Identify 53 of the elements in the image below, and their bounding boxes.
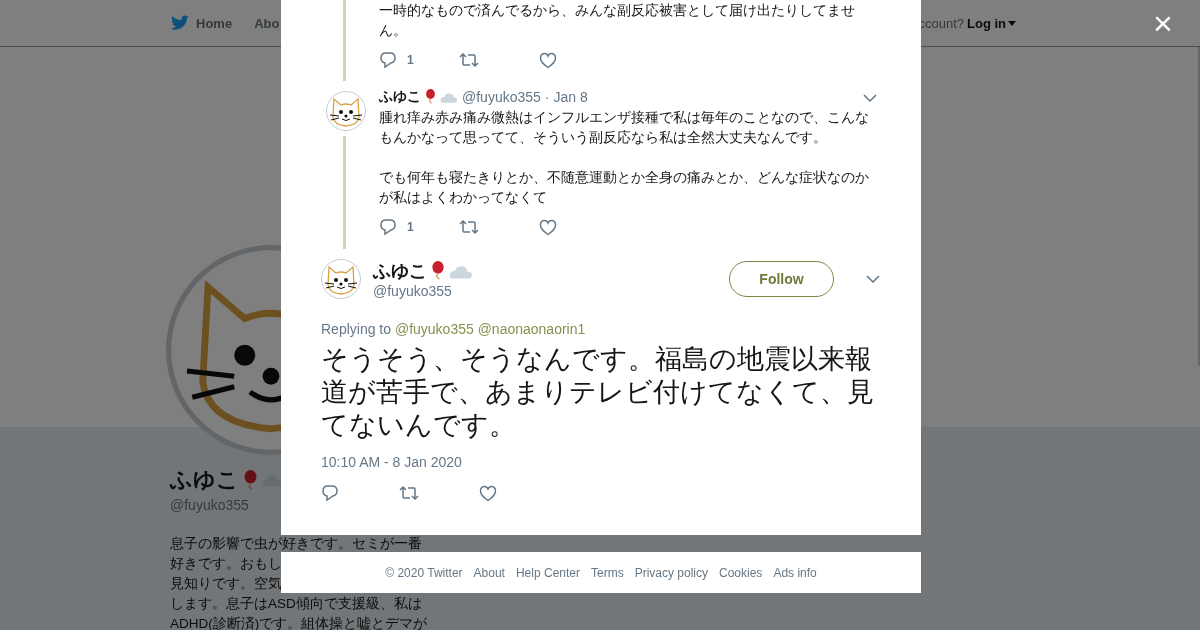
bio-text: 見知りです。空気 [170, 575, 282, 593]
footer-link[interactable]: Ads info [773, 565, 817, 580]
author-handle: @fuyuko355 [462, 89, 541, 105]
author-name: ふゆこ [379, 88, 421, 106]
footer-link[interactable]: Privacy policy [634, 565, 708, 580]
caret-icon [1008, 20, 1016, 26]
timestamp: 10:10 AM - 8 Jan 2020 [321, 454, 463, 470]
tweet-text: 腫れ痒み赤み痛み微熱はインフルエンザ接種で私は毎年のことなので、こんなもんかなって思ってて、そういう副反応なら私は全然大丈夫なんです。 [379, 108, 869, 147]
reply-count: 1 [407, 53, 414, 67]
bio-text: 好きです。おもし [170, 555, 282, 573]
separator-dot: · [544, 89, 550, 105]
chevron-icon[interactable] [866, 275, 880, 283]
tweet-text: そうそう、そうなんです。福島の地震以来報道が苦手で、あまりテレビ付けてなくて、見てないんです。 [321, 343, 875, 442]
heart-icon[interactable] [539, 218, 557, 236]
footer-link[interactable]: Help Center [515, 565, 580, 580]
heart-icon[interactable] [479, 484, 497, 502]
bio-text: ADHD(診断済)です。組体操と嘘とデマが [170, 615, 428, 630]
reply-icon[interactable] [379, 51, 397, 69]
tweet-date: Jan 8 [553, 89, 588, 105]
nav-link[interactable]: Home [196, 15, 233, 31]
bio-text: します。息子はASD傾向で支援級、私は [170, 595, 422, 613]
reply-icon[interactable] [321, 484, 339, 502]
bio-text: 息子の影響で虫が好きです。セミが一番 [170, 535, 422, 553]
follow-button[interactable]: Follow [729, 261, 834, 297]
reply-icon[interactable] [379, 218, 397, 236]
tweet-text: でも何年も寝たきりとか、不随意運動とか全身の痛みとか、どんな症状なのかが私はよくわかってなくて [379, 168, 869, 207]
footer-link[interactable]: Cookies [719, 565, 763, 580]
retweet-icon[interactable] [459, 219, 479, 235]
footer-link[interactable]: About [473, 565, 505, 580]
cloud-icon [262, 473, 282, 487]
mention-link[interactable]: @fuyuko355 [394, 321, 474, 337]
balloon-icon [431, 261, 445, 281]
copyright-text: © 2020 Twitter [385, 565, 463, 580]
profile-name: ふゆこ [170, 467, 239, 493]
replying-label: Replying to [321, 321, 392, 337]
footer-link[interactable]: Terms [591, 565, 624, 580]
tweet-text: 一時的なもので済んでるから、みんな副反応被害として届け出たりしてません。 [379, 1, 856, 40]
balloon-icon [425, 89, 436, 105]
nav-link[interactable]: Abo [254, 15, 280, 31]
retweet-icon[interactable] [399, 485, 419, 501]
login-link[interactable]: Log in [967, 15, 1016, 31]
close-button[interactable]: × [1153, 6, 1173, 40]
author-handle: @fuyuko355 [373, 283, 453, 299]
chevron-icon[interactable] [863, 94, 877, 102]
profile-handle: @fuyuko355 [170, 497, 249, 513]
reply-count: 1 [407, 220, 414, 234]
author-name: ふゆこ [373, 260, 427, 283]
heart-icon[interactable] [539, 51, 557, 69]
mention-link[interactable]: @naonaonaorin1 [477, 321, 586, 337]
balloon-icon [243, 469, 258, 491]
retweet-icon[interactable] [459, 52, 479, 68]
avatar [321, 259, 361, 299]
avatar [326, 91, 366, 131]
